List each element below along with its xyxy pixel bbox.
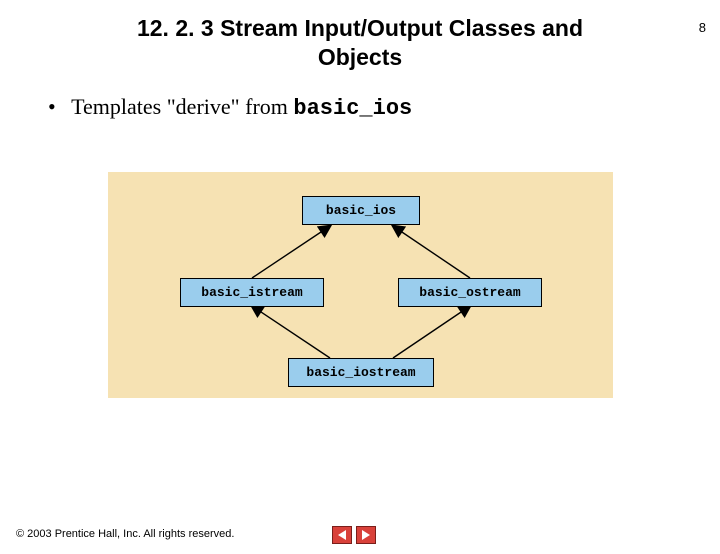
node-basic-ostream: basic_ostream (398, 278, 542, 307)
node-basic-istream: basic_istream (180, 278, 324, 307)
next-slide-button[interactable] (356, 526, 376, 544)
bullet-dot: • (48, 94, 66, 120)
arrow-left-icon (336, 529, 348, 541)
node-basic-ios: basic_ios (302, 196, 420, 225)
arrow-right-icon (360, 529, 372, 541)
page-title: 12. 2. 3 Stream Input/Output Classes and… (0, 14, 720, 72)
inheritance-diagram: basic_ios basic_istream basic_ostream ba… (108, 172, 613, 398)
page-number: 8 (699, 20, 706, 35)
footer-copyright: © 2003 Prentice Hall, Inc. All rights re… (16, 528, 234, 540)
bullet-text: Templates "derive" from (71, 94, 293, 119)
slide-nav (332, 526, 376, 544)
copyright-symbol: © (16, 528, 24, 540)
node-basic-iostream: basic_iostream (288, 358, 434, 387)
bullet-code: basic_ios (293, 96, 412, 121)
bullet-item: • Templates "derive" from basic_ios (48, 94, 720, 121)
copyright-text: 2003 Prentice Hall, Inc. All rights rese… (24, 528, 234, 540)
title-line-1: 12. 2. 3 Stream Input/Output Classes and (137, 15, 583, 41)
prev-slide-button[interactable] (332, 526, 352, 544)
title-line-2: Objects (318, 44, 402, 70)
